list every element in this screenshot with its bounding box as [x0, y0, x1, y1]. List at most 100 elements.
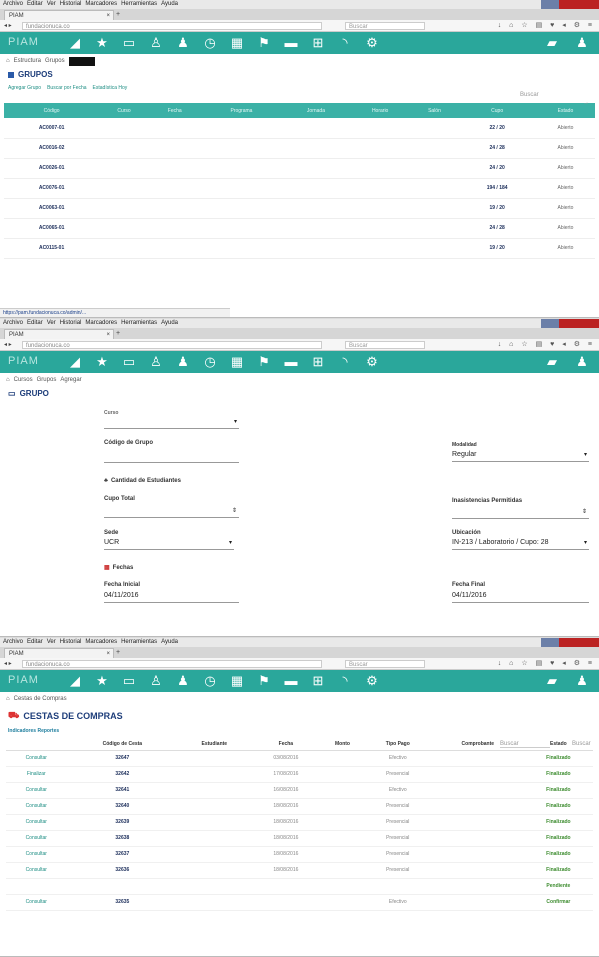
col-header[interactable]: Programa: [200, 103, 283, 118]
message-icon[interactable]: ▰: [545, 672, 559, 690]
calendar-icon[interactable]: ▦: [230, 34, 244, 52]
curso-select[interactable]: ▾: [104, 418, 239, 429]
sede-select[interactable]: UCR ▾: [104, 539, 234, 550]
table-row[interactable]: Consultar 32635 Efectivo Confirmar: [6, 894, 593, 911]
table-row[interactable]: AC0115-01 19 / 20 Abierto: [4, 238, 595, 259]
group-code[interactable]: AC0026-01: [4, 158, 100, 179]
menu-marcadores[interactable]: Marcadores: [85, 319, 117, 328]
menu-historial[interactable]: Historial: [60, 638, 82, 647]
address-input[interactable]: fundacionuca.co: [22, 660, 322, 668]
home-icon[interactable]: ⌂: [6, 377, 10, 383]
user-icon[interactable]: ♟: [575, 672, 589, 690]
menu-archivo[interactable]: Archivo: [3, 319, 23, 328]
brand-logo[interactable]: PIAM: [8, 674, 39, 686]
breadcrumb-item[interactable]: Cestas de Compras: [14, 696, 67, 702]
menu-herramientas[interactable]: Herramientas: [121, 638, 157, 647]
menu-editar[interactable]: Editar: [27, 638, 43, 647]
new-tab-button[interactable]: +: [116, 330, 120, 338]
message-icon[interactable]: ▰: [545, 34, 559, 52]
desktop-icon[interactable]: ▭: [122, 672, 136, 690]
user-icon[interactable]: ♙: [149, 672, 163, 690]
menu-historial[interactable]: Historial: [60, 0, 82, 9]
breadcrumb-item[interactable]: Estructura: [14, 58, 41, 64]
back-arrow-icon[interactable]: ◂ ▸: [4, 20, 12, 32]
student-name[interactable]: [178, 782, 251, 799]
gears-icon[interactable]: ⚙: [365, 672, 379, 690]
course-cell[interactable]: [99, 158, 149, 179]
building-icon[interactable]: ▬: [284, 34, 298, 52]
chalkboard-icon[interactable]: ♟: [176, 672, 190, 690]
table-row[interactable]: AC0063-01 19 / 20 Abierto: [4, 198, 595, 219]
menu-historial[interactable]: Historial: [60, 319, 82, 328]
table-row[interactable]: Consultar 32638 18/08/2016 Presencial Finali…: [6, 830, 593, 847]
chart-icon[interactable]: ◢: [68, 672, 82, 690]
toolbar-icons[interactable]: ↓ ⌂ ☆ ▤ ♥ ◂ ⚙ ≡: [498, 20, 595, 32]
browser-search-input[interactable]: Buscar: [345, 341, 425, 349]
stepper-icon[interactable]: ⇕: [232, 507, 237, 514]
fecha-final-input[interactable]: 04/11/2016: [452, 592, 589, 603]
student-name[interactable]: [178, 878, 251, 895]
row-action-link[interactable]: Consultar: [6, 894, 67, 911]
menu-archivo[interactable]: Archivo: [3, 638, 23, 647]
row-action-link[interactable]: Consultar: [6, 798, 67, 815]
breadcrumb-item[interactable]: Cursos: [14, 377, 33, 383]
table-row[interactable]: AC0065-01 24 / 28 Abierto: [4, 218, 595, 239]
row-action-link[interactable]: [6, 878, 67, 895]
building-icon[interactable]: ▬: [284, 353, 298, 371]
fecha-inicial-input[interactable]: 04/11/2016: [104, 592, 239, 603]
new-tab-button[interactable]: +: [116, 649, 120, 657]
row-action-link[interactable]: Consultar: [6, 830, 67, 847]
window-close-button[interactable]: [559, 319, 599, 328]
search-label[interactable]: Buscar: [520, 92, 539, 98]
group-code[interactable]: AC0076-01: [4, 178, 100, 199]
chart-icon[interactable]: ◢: [68, 353, 82, 371]
grid-icon[interactable]: ⊞: [311, 353, 325, 371]
brand-logo[interactable]: PIAM: [8, 355, 39, 367]
student-name[interactable]: [178, 798, 251, 815]
col-header[interactable]: Fecha: [148, 103, 201, 118]
menu-marcadores[interactable]: Marcadores: [85, 638, 117, 647]
search-by-date-link[interactable]: Buscar por Fecha: [47, 85, 86, 91]
menu-ayuda[interactable]: Ayuda: [161, 0, 178, 9]
menu-ver[interactable]: Ver: [47, 638, 56, 647]
col-header[interactable]: Código de Cesta: [66, 738, 179, 751]
calendar-icon[interactable]: ▦: [230, 672, 244, 690]
building-icon[interactable]: ▬: [284, 672, 298, 690]
search-input[interactable]: Buscar: [500, 741, 550, 748]
col-header[interactable]: Jornada: [282, 103, 350, 118]
search-arrow-icon[interactable]: →: [583, 100, 589, 106]
user-icon[interactable]: ♟: [575, 353, 589, 371]
calendar-icon[interactable]: ▦: [230, 353, 244, 371]
menu-herramientas[interactable]: Herramientas: [121, 0, 157, 9]
course-cell[interactable]: [99, 238, 149, 259]
window-minimize-button[interactable]: [541, 638, 559, 647]
rss-icon[interactable]: ◝: [338, 353, 352, 371]
browser-tab[interactable]: PIAM ×: [4, 648, 114, 658]
col-header[interactable]: Fecha: [250, 738, 322, 751]
breadcrumb-item[interactable]: Grupos: [45, 58, 65, 64]
menu-editar[interactable]: Editar: [27, 0, 43, 9]
menu-ayuda[interactable]: Ayuda: [161, 638, 178, 647]
inasistencias-input[interactable]: ⇕: [452, 508, 589, 519]
table-row[interactable]: Consultar 32636 18/08/2016 Presencial Finali…: [6, 862, 593, 879]
table-row[interactable]: AC0007-01 22 / 20 Abierto: [4, 118, 595, 139]
table-row[interactable]: Finalizar 32642 17/08/2016 Presencial Finali…: [6, 766, 593, 783]
col-header[interactable]: Salón: [410, 103, 459, 118]
back-arrow-icon[interactable]: ◂ ▸: [4, 339, 12, 351]
breadcrumb-item[interactable]: Agregar: [60, 377, 81, 383]
address-input[interactable]: fundacionuca.co: [22, 22, 322, 30]
browser-tab[interactable]: PIAM ×: [4, 10, 114, 20]
window-close-button[interactable]: [559, 638, 599, 647]
student-name[interactable]: [178, 862, 251, 879]
col-header[interactable]: Cupo: [458, 103, 536, 118]
modalidad-select[interactable]: Regular ▾: [452, 451, 589, 462]
chalkboard-icon[interactable]: ♟: [176, 353, 190, 371]
ubicacion-select[interactable]: IN-213 / Laboratorio / Cupo: 28 ▾: [452, 539, 589, 550]
indicators-link[interactable]: Indicadores Reportes: [0, 726, 599, 736]
home-icon[interactable]: ⌂: [6, 696, 10, 702]
clock-icon[interactable]: ◷: [203, 353, 217, 371]
codigo-input[interactable]: [104, 452, 239, 463]
row-action-link[interactable]: Consultar: [6, 750, 67, 767]
cupo-total-input[interactable]: ⇕: [104, 507, 239, 518]
group-code[interactable]: AC0065-01: [4, 218, 100, 239]
